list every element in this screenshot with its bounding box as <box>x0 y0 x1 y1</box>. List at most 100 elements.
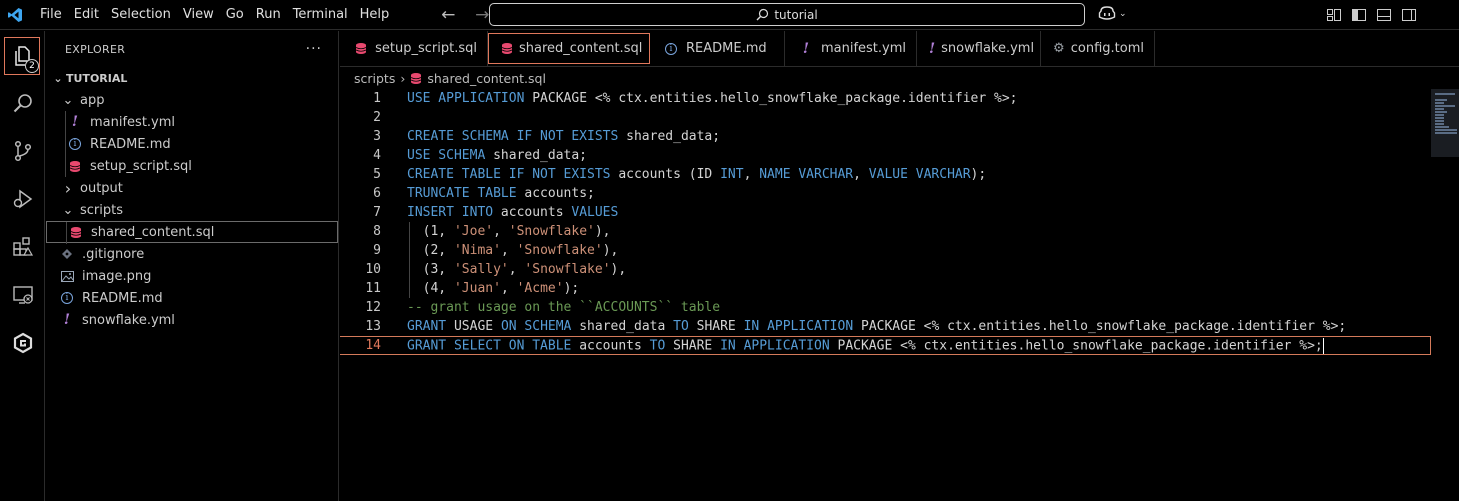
folder-item[interactable]: ⌄ app <box>46 89 338 111</box>
toggle-secondary-sidebar-icon[interactable] <box>1401 7 1417 23</box>
menu-view[interactable]: View <box>177 0 220 30</box>
line-number: 8 <box>373 224 381 239</box>
code-line[interactable]: 7 INSERT INTO accounts VALUES <box>340 203 1431 222</box>
menu-terminal[interactable]: Terminal <box>287 0 354 30</box>
workspace-root-label: TUTORIAL <box>66 71 128 85</box>
breadcrumb-file[interactable]: shared_content.sql <box>427 71 546 86</box>
menu-file[interactable]: File <box>34 0 68 30</box>
code-token: accounts <box>579 338 650 353</box>
file-item[interactable]: image.png <box>46 265 338 287</box>
chevron-right-icon: › <box>400 70 406 86</box>
md-file-icon: i <box>58 292 76 304</box>
code-token: 'Snowflake' <box>524 262 611 277</box>
gitkraken-icon[interactable] <box>0 323 45 363</box>
menu-run[interactable]: Run <box>250 0 287 30</box>
code-line[interactable]: 4 USE SCHEMA shared_data; <box>340 146 1431 165</box>
tab-snowflake-yml[interactable]: ! snowflake.yml <box>917 31 1041 66</box>
code-text: GRANT USAGE ON SCHEMA shared_data TO SHA… <box>407 319 1346 334</box>
indent-guide <box>65 111 66 133</box>
menu-go[interactable]: Go <box>220 0 250 30</box>
code-token: (3, <box>407 262 454 277</box>
code-line[interactable]: 3 CREATE SCHEMA IF NOT EXISTS shared_data… <box>340 127 1431 146</box>
minimap-line <box>1435 129 1457 131</box>
menu-edit[interactable]: Edit <box>68 0 105 30</box>
tab-config-toml[interactable]: ⚙ config.toml <box>1041 31 1155 66</box>
file-item[interactable]: i README.md <box>46 133 338 155</box>
code-token: , <box>493 224 509 239</box>
code-line[interactable]: 11 (4, 'Juan', 'Acme'); <box>340 279 1431 298</box>
code-token: PACKAGE <% ctx.entities.hello_snowflake_… <box>861 319 1347 334</box>
vscode-logo-icon[interactable] <box>0 0 30 30</box>
code-editor[interactable]: 1 USE APPLICATION PACKAGE <% ctx.entities… <box>340 89 1459 501</box>
code-line[interactable]: 8 (1, 'Joe', 'Snowflake'), <box>340 222 1431 241</box>
file-item[interactable]: ! snowflake.yml <box>46 309 338 331</box>
file-item[interactable]: shared_content.sql <box>46 221 338 244</box>
navigation-controls: ← → <box>439 5 491 25</box>
minimap-line <box>1435 99 1447 101</box>
code-line[interactable]: 14 GRANT SELECT ON TABLE accounts TO SHAR… <box>340 336 1431 355</box>
breadcrumb-folder[interactable]: scripts <box>354 71 395 86</box>
more-actions-icon[interactable]: ··· <box>306 41 322 57</box>
run-debug-icon[interactable] <box>0 179 45 219</box>
code-line[interactable]: 10 (3, 'Sally', 'Snowflake'), <box>340 260 1431 279</box>
tree-item-label: .gitignore <box>82 246 145 262</box>
tab-manifest-yml[interactable]: ! manifest.yml <box>785 31 917 66</box>
tree-item-label: README.md <box>82 290 163 306</box>
code-token: ); <box>970 167 987 182</box>
command-center-search[interactable]: tutorial <box>489 3 1085 26</box>
menu-help[interactable]: Help <box>354 0 396 30</box>
extensions-icon[interactable] <box>0 227 45 267</box>
minimap-line <box>1435 123 1444 125</box>
code-line[interactable]: 13 GRANT USAGE ON SCHEMA shared_data TO S… <box>340 317 1431 336</box>
code-line[interactable]: 2 <box>340 108 1431 127</box>
code-token: 'Acme' <box>516 281 564 296</box>
text-cursor <box>1322 337 1324 354</box>
explorer-icon[interactable]: 2 <box>4 37 40 75</box>
file-item[interactable]: ! manifest.yml <box>46 111 338 133</box>
tab-label: README.md <box>686 41 767 56</box>
tab-setup-script-sql[interactable]: setup_script.sql <box>340 31 488 66</box>
source-control-icon[interactable] <box>0 131 45 171</box>
code-token: 'Nima' <box>453 243 501 258</box>
line-number: 7 <box>373 205 381 220</box>
code-token: IN APPLICATION <box>743 319 861 334</box>
menu-selection[interactable]: Selection <box>105 0 177 30</box>
code-text: (1, 'Joe', 'Snowflake'), <box>407 224 611 239</box>
code-line[interactable]: 9 (2, 'Nima', 'Snowflake'), <box>340 241 1431 260</box>
back-arrow-icon[interactable]: ← <box>439 5 457 25</box>
code-line[interactable]: 5 CREATE TABLE IF NOT EXISTS accounts (ID… <box>340 165 1431 184</box>
customize-layout-icon[interactable] <box>1326 7 1342 23</box>
code-token: (4, <box>407 281 454 296</box>
code-line[interactable]: 12 -- grant usage on the ``ACCOUNTS`` tab… <box>340 298 1431 317</box>
chevron-down-icon: ⌄ <box>62 202 74 218</box>
tab-shared-content-sql[interactable]: shared_content.sql <box>488 33 650 64</box>
line-number: 11 <box>365 281 381 296</box>
minimap-line <box>1435 114 1444 116</box>
minimap-line <box>1435 120 1444 122</box>
toggle-primary-sidebar-icon[interactable] <box>1351 7 1367 23</box>
file-item[interactable]: .gitignore <box>46 243 338 265</box>
tab-label: snowflake.yml <box>941 41 1035 56</box>
minimap-line <box>1435 108 1444 110</box>
folder-item[interactable]: ⌄ scripts <box>46 199 338 221</box>
line-number: 6 <box>373 186 381 201</box>
code-line[interactable]: 6 TRUNCATE TABLE accounts; <box>340 184 1431 203</box>
code-token: ), <box>594 224 611 239</box>
search-icon[interactable] <box>0 83 45 123</box>
file-item[interactable]: setup_script.sql <box>46 155 338 177</box>
folder-item[interactable]: › output <box>46 177 338 199</box>
code-token: (2, <box>407 243 454 258</box>
file-item[interactable]: i README.md <box>46 287 338 309</box>
minimap[interactable] <box>1431 89 1459 157</box>
workspace-root[interactable]: ⌄ TUTORIAL <box>46 67 338 89</box>
yml-file-icon: ! <box>802 40 810 57</box>
copilot-menu[interactable]: ⌄ <box>1098 6 1127 21</box>
yml-file-icon: ! <box>63 312 71 328</box>
tab-readme-md[interactable]: i README.md <box>650 31 785 66</box>
toggle-panel-icon[interactable] <box>1376 7 1392 23</box>
code-token: GRANT SELECT ON TABLE <box>407 338 580 353</box>
remote-explorer-icon[interactable] <box>0 275 45 315</box>
tree-item-label: snowflake.yml <box>82 312 175 328</box>
code-line[interactable]: 1 USE APPLICATION PACKAGE <% ctx.entities… <box>340 89 1431 108</box>
line-number: 12 <box>365 300 381 315</box>
